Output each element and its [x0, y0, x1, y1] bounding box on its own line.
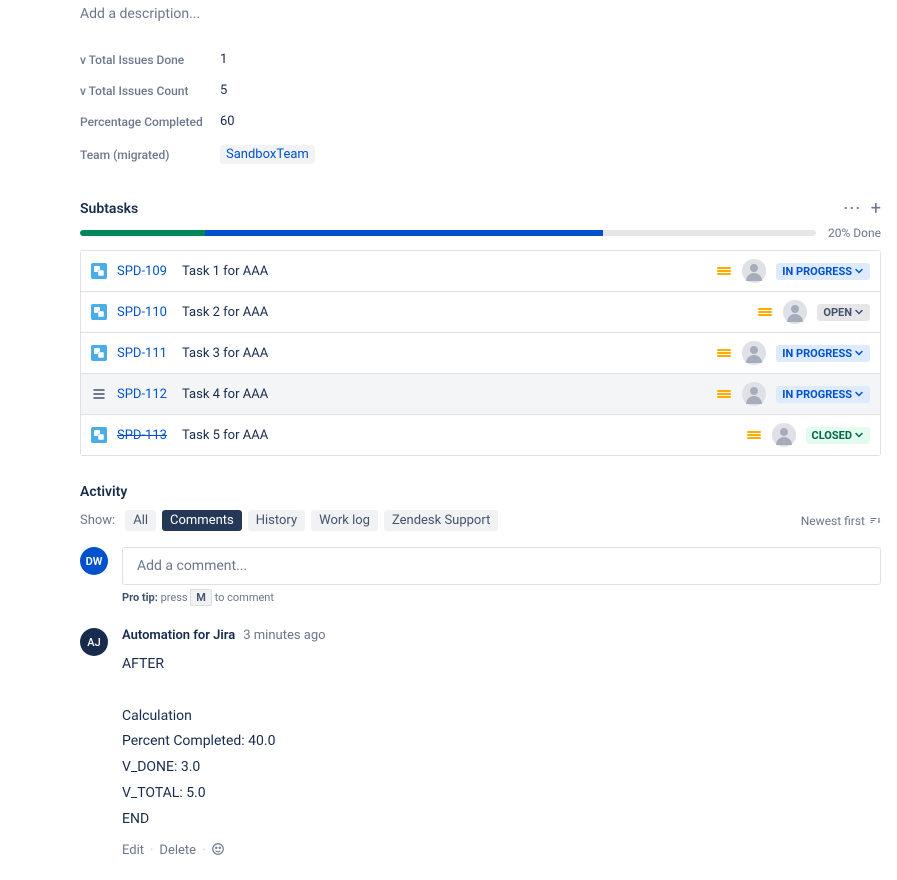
- issue-key[interactable]: SPD-113: [117, 428, 172, 443]
- issue-key[interactable]: SPD-112: [117, 387, 172, 402]
- comment-timestamp: 3 minutes ago: [243, 628, 325, 643]
- tab-zendesk-support[interactable]: Zendesk Support: [384, 510, 498, 531]
- add-subtask-icon[interactable]: +: [871, 200, 881, 218]
- issue-summary: Task 5 for AAA: [182, 428, 736, 443]
- status-badge[interactable]: OPEN: [817, 304, 870, 321]
- chevron-down-icon: [854, 389, 864, 399]
- issue-summary: Task 4 for AAA: [182, 387, 706, 402]
- assignee-avatar[interactable]: [742, 259, 766, 283]
- priority-icon: [716, 345, 732, 361]
- issue-type-icon: [91, 427, 107, 443]
- field-value: 60: [220, 114, 235, 129]
- table-row[interactable]: SPD-110 Task 2 for AAA OPEN: [81, 292, 880, 333]
- status-badge[interactable]: IN PROGRESS: [776, 386, 870, 403]
- table-row[interactable]: SPD-113 Task 5 for AAA CLOSED: [81, 415, 880, 455]
- description-field[interactable]: Add a description...: [80, 0, 881, 28]
- delete-button[interactable]: Delete: [159, 843, 196, 858]
- comment-header: Automation for Jira 3 minutes ago: [122, 628, 881, 643]
- issue-key[interactable]: SPD-109: [117, 264, 172, 279]
- comment: AJ Automation for Jira 3 minutes ago AFTER …: [80, 628, 881, 860]
- assignee-avatar[interactable]: [742, 341, 766, 365]
- field-value: 5: [220, 83, 227, 98]
- status-badge[interactable]: IN PROGRESS: [776, 263, 870, 280]
- table-row[interactable]: SPD-111 Task 3 for AAA IN PROGRESS: [81, 333, 880, 374]
- tab-all[interactable]: All: [125, 510, 156, 531]
- activity-filter-row: Show: All Comments History Work log Zendesk …: [80, 510, 881, 531]
- field-row: v Total Issues Done1: [80, 44, 881, 75]
- priority-icon: [746, 427, 762, 443]
- progress-bar: [80, 230, 816, 236]
- tab-work-log[interactable]: Work log: [311, 510, 378, 531]
- reaction-icon[interactable]: [211, 842, 225, 860]
- issue-summary: Task 3 for AAA: [182, 346, 706, 361]
- field-label: v Total Issues Count: [80, 84, 220, 98]
- field-row: v Total Issues Count5: [80, 75, 881, 106]
- comment-body: AFTER CalculationPercent Completed: 40.0…: [122, 653, 881, 832]
- assignee-avatar[interactable]: [742, 382, 766, 406]
- activity-title: Activity: [80, 484, 881, 500]
- priority-icon: [757, 304, 773, 320]
- field-label: Percentage Completed: [80, 115, 220, 129]
- table-row[interactable]: SPD-112 Task 4 for AAA IN PROGRESS: [81, 374, 880, 415]
- comment-actions: Edit·Delete·: [122, 842, 881, 860]
- field-label: v Total Issues Done: [80, 53, 220, 67]
- issue-type-icon: [91, 345, 107, 361]
- chevron-down-icon: [854, 348, 864, 358]
- chevron-down-icon: [854, 307, 864, 317]
- field-row: Percentage Completed60: [80, 106, 881, 137]
- field-label: Team (migrated): [80, 148, 220, 162]
- issue-summary: Task 2 for AAA: [182, 305, 747, 320]
- issue-type-icon: [91, 386, 107, 402]
- pro-tip: Pro tip: press M to comment: [122, 591, 881, 604]
- field-row: Team (migrated)SandboxTeam: [80, 137, 881, 172]
- avatar: DW: [80, 547, 108, 575]
- field-value[interactable]: SandboxTeam: [220, 145, 315, 164]
- assignee-avatar[interactable]: [783, 300, 807, 324]
- more-icon[interactable]: ⋯: [843, 200, 861, 218]
- subtasks-header: Subtasks ⋯ +: [80, 200, 881, 218]
- issue-key[interactable]: SPD-110: [117, 305, 172, 320]
- tab-history[interactable]: History: [248, 510, 305, 531]
- subtasks-title: Subtasks: [80, 201, 138, 217]
- subtask-list: SPD-109 Task 1 for AAA IN PROGRESS SPD-110 T…: [80, 250, 881, 456]
- status-badge[interactable]: CLOSED: [806, 427, 871, 444]
- progress-label: 20% Done: [828, 226, 881, 240]
- priority-icon: [716, 386, 732, 402]
- chevron-down-icon: [854, 430, 864, 440]
- comment-author[interactable]: Automation for Jira: [122, 628, 235, 643]
- issue-summary: Task 1 for AAA: [182, 264, 706, 279]
- tab-comments[interactable]: Comments: [162, 510, 242, 531]
- table-row[interactable]: SPD-109 Task 1 for AAA IN PROGRESS: [81, 251, 880, 292]
- show-label: Show:: [80, 513, 115, 528]
- chevron-down-icon: [854, 266, 864, 276]
- field-value: 1: [220, 52, 227, 67]
- issue-type-icon: [91, 304, 107, 320]
- subtasks-progress: 20% Done: [80, 226, 881, 240]
- issue-type-icon: [91, 263, 107, 279]
- comment-input-row: DW Add a comment...: [80, 547, 881, 585]
- issue-key[interactable]: SPD-111: [117, 346, 172, 361]
- avatar: AJ: [80, 628, 108, 656]
- status-badge[interactable]: IN PROGRESS: [776, 345, 870, 362]
- custom-fields: v Total Issues Done1v Total Issues Count…: [80, 44, 881, 172]
- priority-icon: [716, 263, 732, 279]
- comment-input[interactable]: Add a comment...: [122, 547, 881, 585]
- sort-order[interactable]: Newest first: [801, 514, 881, 528]
- assignee-avatar[interactable]: [772, 423, 796, 447]
- edit-button[interactable]: Edit: [122, 843, 144, 858]
